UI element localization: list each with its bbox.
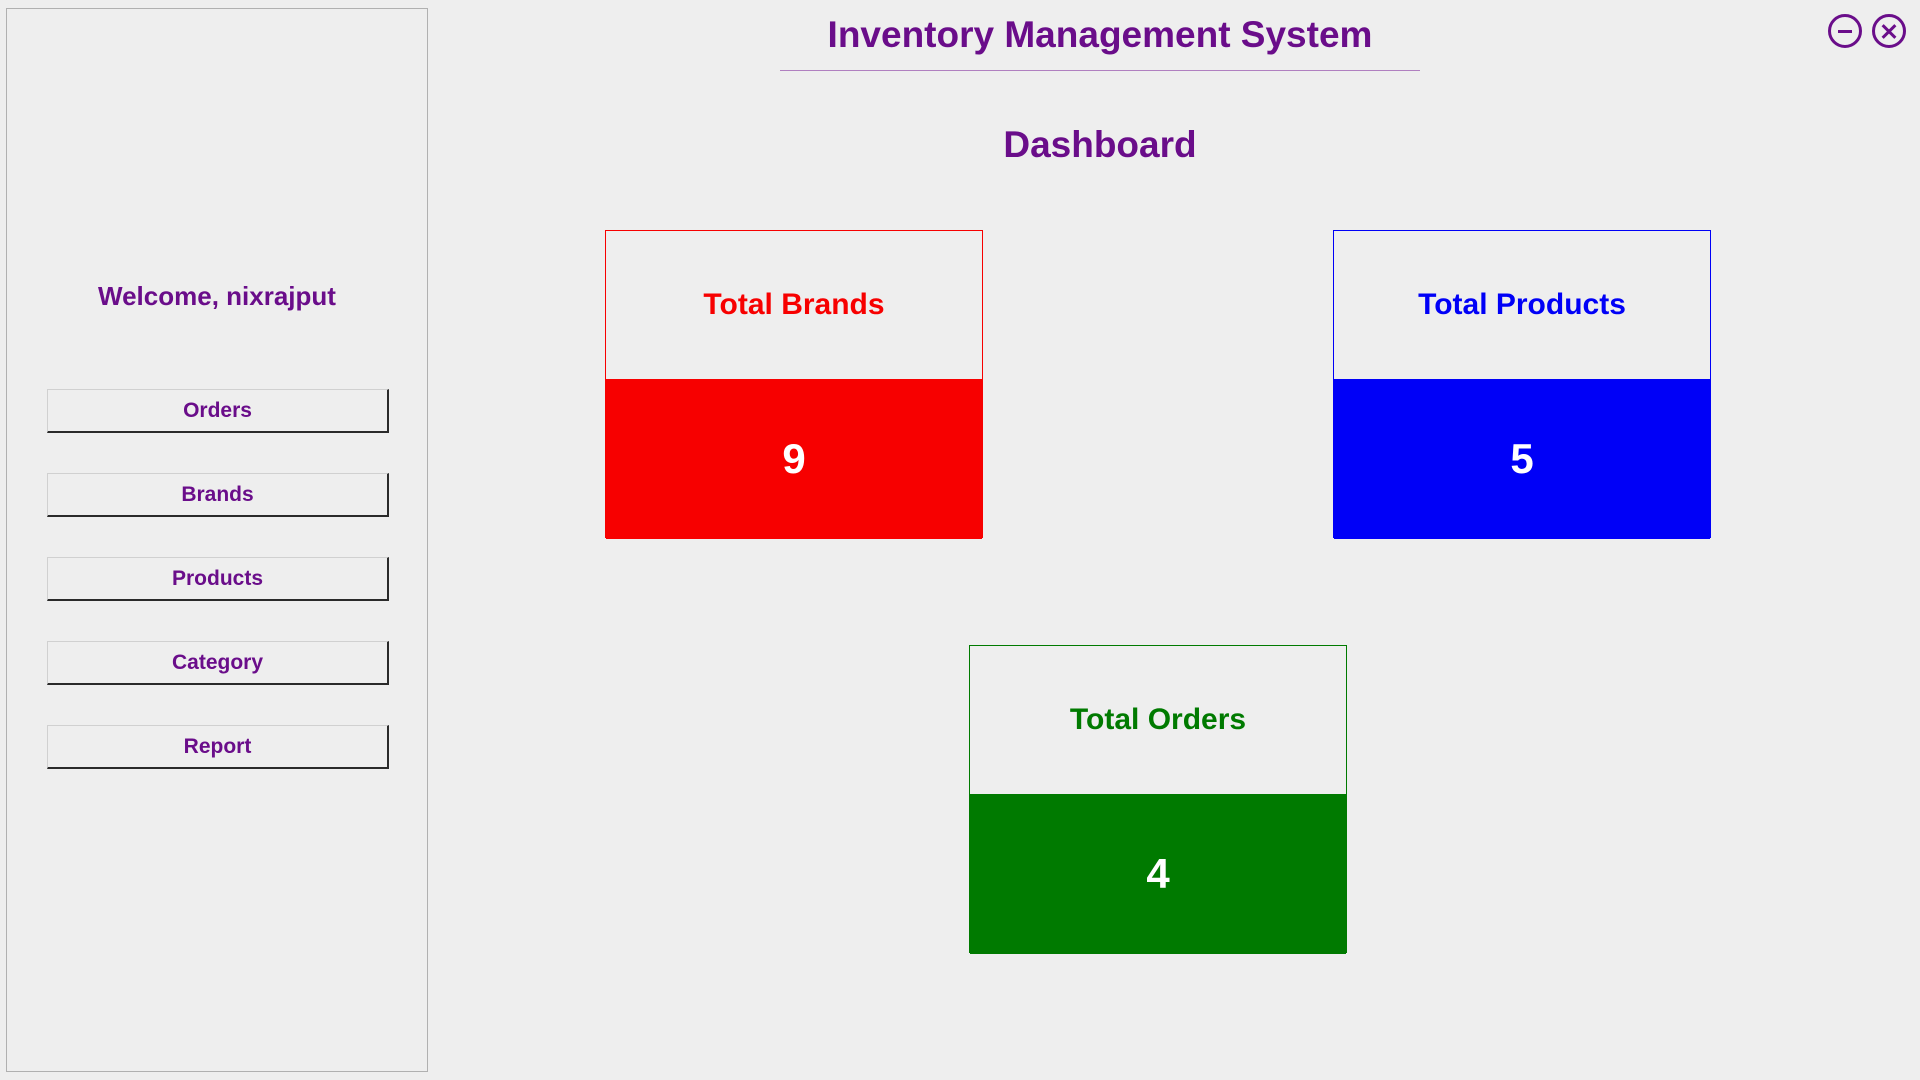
total-brands-title: Total Brands <box>606 231 982 379</box>
minimize-button[interactable] <box>1828 14 1862 48</box>
total-products-value: 5 <box>1334 379 1710 539</box>
nav-menu: Orders Brands Products Category Report <box>47 389 389 809</box>
nav-products[interactable]: Products <box>47 557 389 601</box>
total-brands-value: 9 <box>606 379 982 539</box>
window-controls <box>1828 14 1906 48</box>
app-title: Inventory Management System <box>780 14 1420 71</box>
nav-orders[interactable]: Orders <box>47 389 389 433</box>
total-brands-card[interactable]: Total Brands 9 <box>605 230 983 538</box>
minimize-icon <box>1838 30 1852 33</box>
nav-category[interactable]: Category <box>47 641 389 685</box>
close-button[interactable] <box>1872 14 1906 48</box>
nav-brands[interactable]: Brands <box>47 473 389 517</box>
total-products-card[interactable]: Total Products 5 <box>1333 230 1711 538</box>
total-orders-card[interactable]: Total Orders 4 <box>969 645 1347 953</box>
total-orders-title: Total Orders <box>970 646 1346 794</box>
total-products-title: Total Products <box>1334 231 1710 379</box>
total-orders-value: 4 <box>970 794 1346 954</box>
welcome-text: Welcome, nixrajput <box>7 281 427 312</box>
sidebar: Welcome, nixrajput Orders Brands Product… <box>6 8 428 1072</box>
page-title: Dashboard <box>780 124 1420 166</box>
nav-report[interactable]: Report <box>47 725 389 769</box>
